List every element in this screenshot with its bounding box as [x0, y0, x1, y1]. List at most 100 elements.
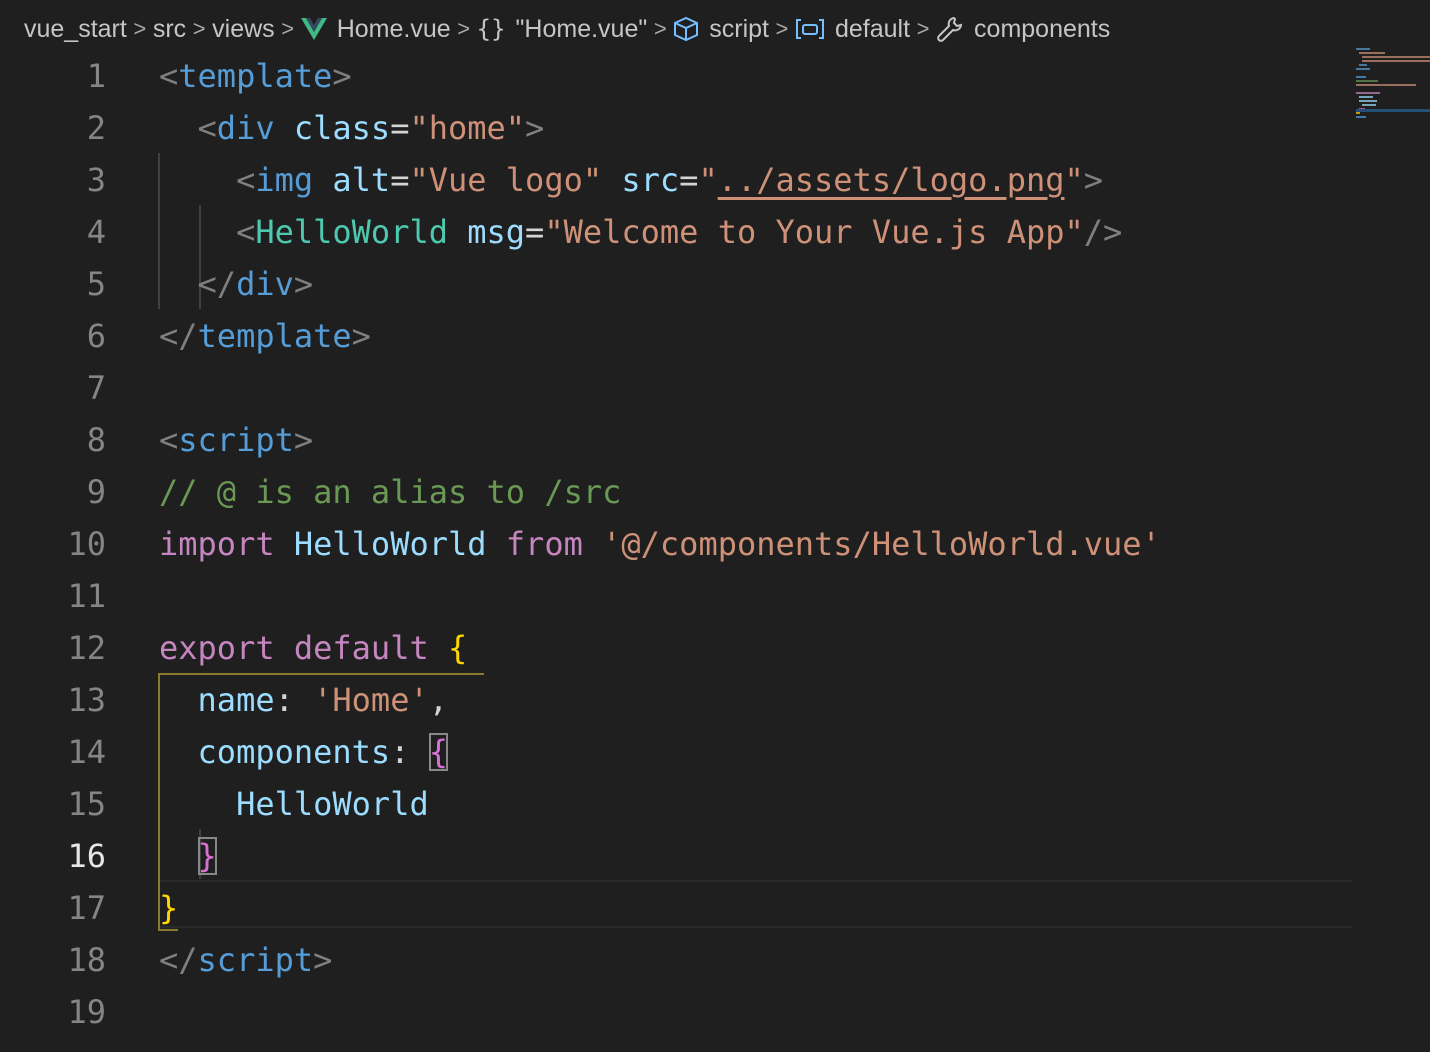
minimap-line	[1356, 84, 1416, 86]
code-token: ,	[428, 681, 448, 719]
code-line[interactable]: 4 <HelloWorld msg="Welcome to Your Vue.j…	[0, 206, 1352, 258]
minimap-line	[1359, 100, 1377, 102]
breadcrumb-label: default	[834, 14, 911, 43]
chevron-right-icon: >	[916, 16, 930, 41]
code-token: >	[351, 317, 371, 355]
breadcrumb-item[interactable]: vue_start	[24, 15, 127, 44]
chevron-right-icon: >	[192, 16, 206, 41]
code-token: div	[236, 265, 294, 303]
code-line[interactable]: 11	[0, 570, 1352, 622]
code-token: from	[505, 525, 583, 563]
line-number: 8	[86, 421, 106, 459]
code-text: <template>	[159, 50, 352, 102]
code-token: "Vue logo"	[409, 161, 603, 199]
code-token: '@/components/HelloWorld.vue'	[602, 525, 1161, 563]
code-line[interactable]: 1 <template>	[0, 50, 1352, 102]
line-number: 3	[86, 161, 106, 199]
line-number: 9	[86, 473, 106, 511]
code-line[interactable]: 12 export default {	[0, 622, 1352, 674]
breadcrumb-item[interactable]: components	[936, 15, 1110, 44]
braces-icon: {}	[476, 15, 506, 43]
code-token: }	[159, 889, 179, 927]
minimap[interactable]	[1356, 48, 1430, 128]
code-line[interactable]: 16 }	[0, 830, 1352, 882]
breadcrumb-item[interactable]: Home.vue	[300, 15, 451, 44]
code-token: />	[1083, 213, 1123, 251]
code-token: ../assets/logo.png	[717, 161, 1065, 199]
line-number: 11	[67, 577, 106, 615]
code-text: export default {	[159, 622, 467, 674]
code-token: template	[178, 57, 333, 95]
code-line[interactable]: 2 <div class="home">	[0, 102, 1352, 154]
minimap-line	[1356, 116, 1366, 118]
code-token: <	[159, 57, 179, 95]
code-line[interactable]: 14 components: {	[0, 726, 1352, 778]
code-token: name	[197, 681, 275, 719]
breadcrumb-item[interactable]: script	[673, 15, 769, 44]
code-line[interactable]: 19	[0, 986, 1352, 1038]
breadcrumb-item[interactable]: default	[795, 15, 910, 44]
minimap-line	[1356, 68, 1370, 70]
breadcrumb-label: script	[709, 14, 769, 43]
code-line[interactable]: 3 <img alt="Vue logo" src="../assets/log…	[0, 154, 1352, 206]
code-text: <HelloWorld msg="Welcome to Your Vue.js …	[159, 206, 1122, 258]
code-editor[interactable]: 1 <template> 2 <div class="home"> 3 <img al…	[0, 50, 1430, 1052]
code-text: </script>	[159, 934, 332, 986]
code-line[interactable]: 7	[0, 362, 1352, 414]
code-line[interactable]: 8 <script>	[0, 414, 1352, 466]
code-line[interactable]: 10 import HelloWorld from '@/components/H…	[0, 518, 1352, 570]
line-number: 4	[86, 213, 106, 251]
minimap-line	[1362, 56, 1430, 58]
code-token: >	[525, 109, 545, 147]
code-token: "	[1064, 161, 1084, 199]
breadcrumb-item[interactable]: src	[153, 15, 186, 44]
code-token: </	[197, 265, 237, 303]
code-token: <	[236, 213, 256, 251]
code-token: {	[428, 733, 448, 771]
code-token: HelloWorld	[255, 213, 448, 251]
code-line[interactable]: 13 name: 'Home',	[0, 674, 1352, 726]
code-token: :	[390, 733, 429, 771]
code-text: <script>	[159, 414, 313, 466]
line-number: 18	[67, 941, 106, 979]
code-line[interactable]: 5 </div>	[0, 258, 1352, 310]
breadcrumb-item[interactable]: {} "Home.vue"	[477, 15, 648, 44]
code-token: =	[390, 109, 410, 147]
code-line[interactable]: 18 </script>	[0, 934, 1352, 986]
code-token: script	[197, 941, 314, 979]
line-number: 14	[67, 733, 106, 771]
code-token: }	[197, 837, 217, 875]
code-token: alt	[332, 161, 391, 199]
line-number: 10	[67, 525, 106, 563]
code-text: }	[159, 830, 217, 882]
breadcrumb-label: src	[152, 14, 187, 43]
minimap-line	[1359, 52, 1385, 54]
line-number: 13	[67, 681, 106, 719]
minimap-line	[1356, 112, 1360, 114]
code-line[interactable]: 6 </template>	[0, 310, 1352, 362]
code-line[interactable]: 9 // @ is an alias to /src	[0, 466, 1352, 518]
code-line[interactable]: 15 HelloWorld	[0, 778, 1352, 830]
code-token: "Welcome to Your Vue.js App"	[544, 213, 1084, 251]
code-token: >	[293, 421, 314, 459]
code-text: components: {	[159, 726, 448, 778]
code-token: =	[525, 213, 545, 251]
code-token: img	[255, 161, 314, 199]
line-number: 2	[86, 109, 106, 147]
breadcrumb-item[interactable]: views	[212, 15, 275, 44]
line-number: 7	[86, 369, 106, 407]
wrench-icon	[936, 15, 964, 43]
code-token: import	[159, 525, 275, 563]
minimap-line	[1359, 96, 1373, 98]
code-token: >	[1083, 161, 1104, 199]
code-line[interactable]: 17}	[0, 882, 1352, 934]
code-token: div	[216, 109, 275, 147]
